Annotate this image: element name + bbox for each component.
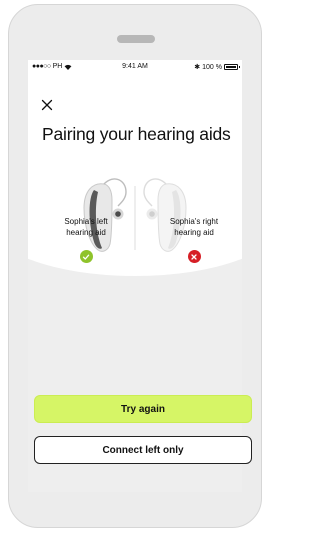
status-bar: ●●●○○ PH 9:41 AM ✱ 100 % <box>28 60 242 74</box>
connect-left-only-button[interactable]: Connect left only <box>34 436 252 464</box>
page-title: Pairing your hearing aids <box>42 124 231 144</box>
close-button[interactable] <box>40 98 54 112</box>
bluetooth-icon: ✱ <box>194 64 201 71</box>
app-screen: ●●●○○ PH 9:41 AM ✱ 100 % Pairing your he… <box>28 60 242 492</box>
try-again-button[interactable]: Try again <box>34 395 252 423</box>
status-right: ✱ 100 % <box>194 63 240 71</box>
battery-label: 100 % <box>202 63 222 71</box>
battery-icon <box>224 64 240 70</box>
left-device-status: Sophia's left hearing aid <box>36 216 136 263</box>
right-device-status: Sophia's right hearing aid <box>144 216 242 263</box>
x-icon <box>187 250 201 263</box>
left-device-label: Sophia's left hearing aid <box>64 217 108 237</box>
right-device-label: Sophia's right hearing aid <box>169 217 219 237</box>
phone-speaker <box>117 35 155 43</box>
check-icon <box>79 250 93 263</box>
close-icon <box>41 99 53 111</box>
